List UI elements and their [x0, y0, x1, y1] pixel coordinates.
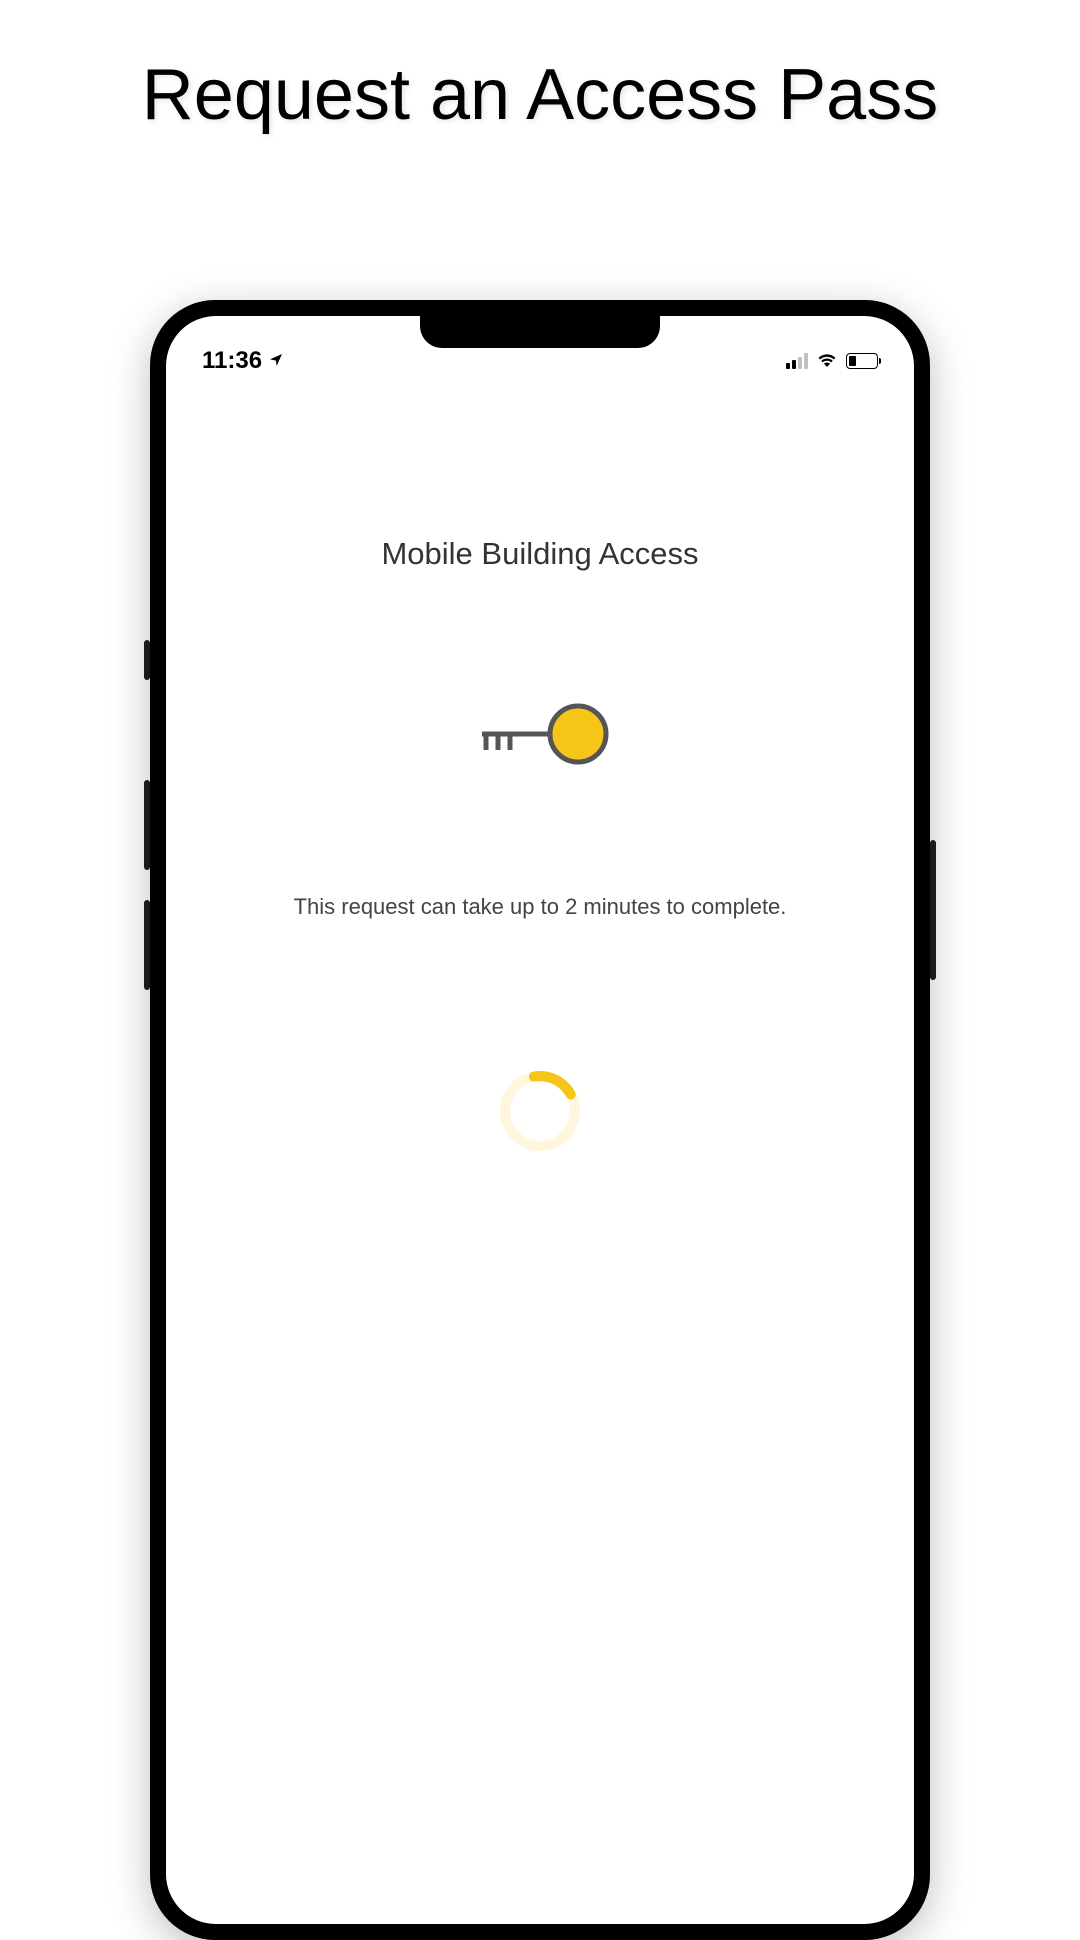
phone-notch — [420, 316, 660, 348]
phone-side-button — [144, 640, 150, 680]
phone-screen: 11:36 — [166, 316, 914, 1924]
battery-level — [849, 356, 856, 366]
marketing-title: Request an Access Pass — [0, 0, 1080, 134]
battery-icon — [846, 353, 878, 369]
loading-spinner-icon — [494, 1065, 586, 1157]
phone-side-button — [144, 780, 150, 870]
wifi-icon — [816, 351, 838, 372]
location-icon — [268, 347, 284, 375]
status-bar-left: 11:36 — [202, 347, 284, 375]
phone-side-button — [144, 900, 150, 990]
key-icon — [166, 702, 914, 766]
status-bar-right — [786, 351, 878, 372]
phone-frame: 11:36 — [150, 300, 930, 1940]
cellular-signal-icon — [786, 353, 808, 369]
status-time: 11:36 — [202, 347, 262, 375]
screen-content: Mobile Building Access This request can … — [166, 386, 914, 1157]
phone-side-button — [930, 840, 936, 980]
screen-title: Mobile Building Access — [166, 536, 914, 572]
status-message: This request can take up to 2 minutes to… — [166, 894, 914, 920]
